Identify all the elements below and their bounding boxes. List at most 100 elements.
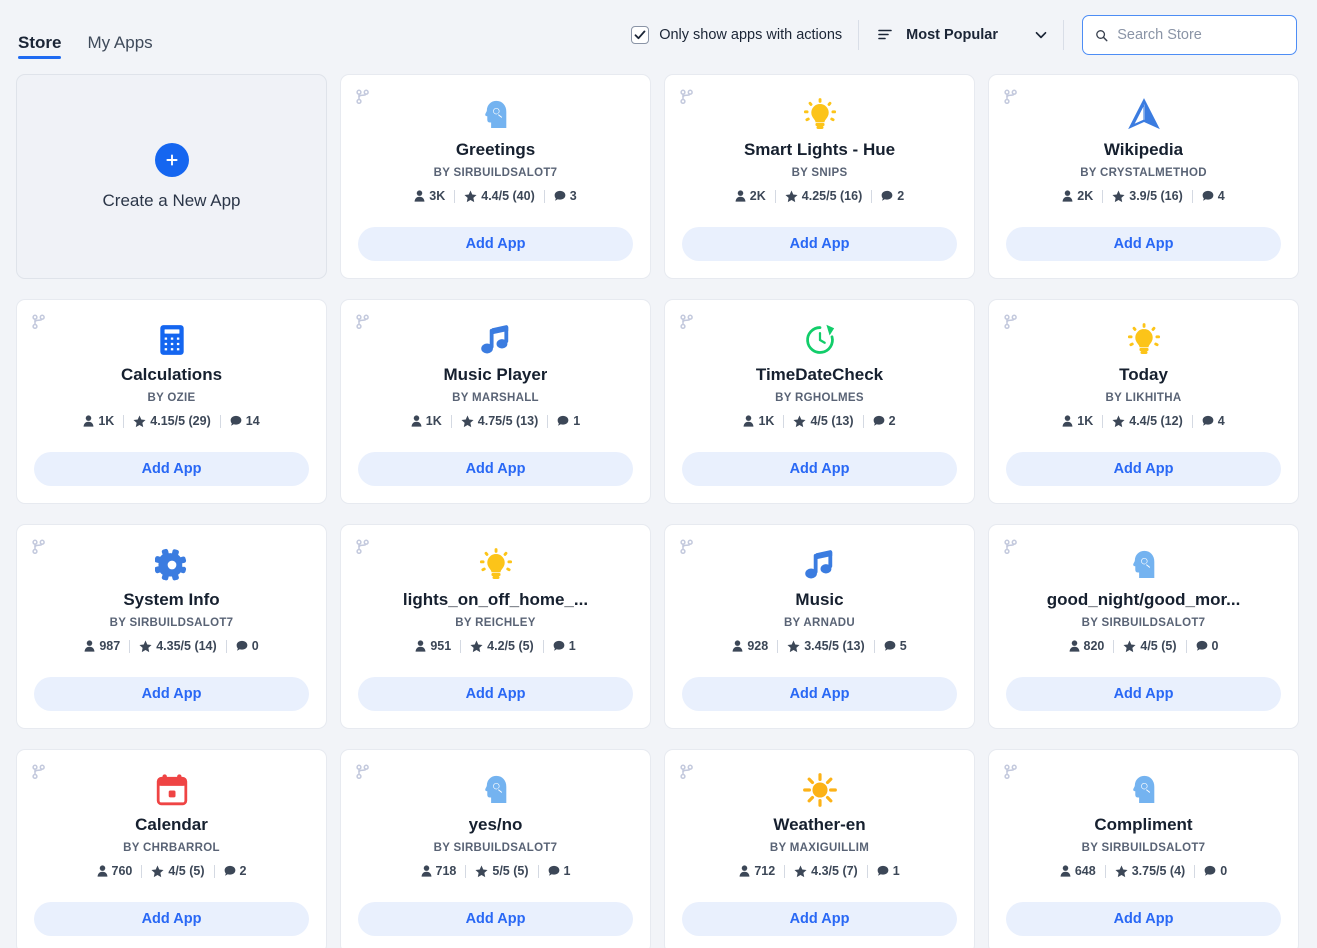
app-icon xyxy=(1127,546,1161,584)
user-count: 648 xyxy=(1060,864,1105,878)
app-title: Weather-en xyxy=(773,815,866,834)
fork-icon xyxy=(1004,539,1017,555)
app-card[interactable]: Smart Lights - Hue BY SNIPS 2K 4.25/5 (16) 2… xyxy=(664,74,975,279)
add-app-button[interactable]: Add App xyxy=(1006,677,1281,711)
app-card[interactable]: Music BY ARNADU 928 3.45/5 (13) 5 Add App xyxy=(664,524,975,729)
app-title: good_night/good_mor... xyxy=(1046,590,1241,609)
fork-icon xyxy=(356,764,369,780)
app-card[interactable]: lights_on_off_home_... BY REICHLEY 951 4.2/… xyxy=(340,524,651,729)
user-count-value: 928 xyxy=(747,639,769,653)
sort-dropdown[interactable]: Most Popular xyxy=(859,27,1063,43)
checkbox-box[interactable] xyxy=(631,26,650,44)
app-card[interactable]: Today BY LIKHITHA 1K 4.4/5 (12) 4 Add App xyxy=(988,299,1299,504)
app-stats: 648 3.75/5 (4) 0 xyxy=(1060,864,1227,878)
app-card[interactable]: TimeDateCheck BY RGHOLMES 1K 4/5 (13) 2 Add A… xyxy=(664,299,975,504)
app-stats: 2K 3.9/5 (16) 4 xyxy=(1062,189,1225,203)
tab-my-apps[interactable]: My Apps xyxy=(87,34,152,57)
add-app-button[interactable]: Add App xyxy=(34,452,309,486)
create-new-app-card[interactable]: Create a New App xyxy=(16,74,327,279)
calculator-icon xyxy=(155,323,189,357)
user-count-value: 951 xyxy=(430,639,452,653)
rating-value: 4.2/5 (5) xyxy=(487,639,534,653)
chevron-down-icon[interactable] xyxy=(1033,27,1049,43)
app-card[interactable]: Calendar BY CHRBARROL 760 4/5 (5) 2 Add App xyxy=(16,749,327,948)
add-app-button[interactable]: Add App xyxy=(1006,902,1281,936)
fork-icon-wrapper[interactable] xyxy=(677,87,697,112)
add-app-button[interactable]: Add App xyxy=(358,902,633,936)
fork-icon xyxy=(32,314,45,330)
app-card[interactable]: Music Player BY MARSHALL 1K 4.75/5 (13) 1 Add… xyxy=(340,299,651,504)
fork-icon-wrapper[interactable] xyxy=(1001,537,1021,562)
app-card[interactable]: Wikipedia BY CRYSTALMETHOD 2K 3.9/5 (16) 4 Ad… xyxy=(988,74,1299,279)
rating: 5/5 (5) xyxy=(466,864,537,878)
add-app-button[interactable]: Add App xyxy=(682,677,957,711)
user-count: 1K xyxy=(411,414,451,428)
fork-icon-wrapper[interactable] xyxy=(1001,312,1021,337)
user-count: 820 xyxy=(1069,639,1114,653)
fork-icon-wrapper[interactable] xyxy=(677,762,697,787)
comment-count-value: 0 xyxy=(251,639,259,653)
add-app-button[interactable]: Add App xyxy=(1006,452,1281,486)
search-input[interactable] xyxy=(1117,27,1284,43)
star-icon xyxy=(133,415,146,427)
comment-count: 5 xyxy=(875,639,907,653)
comment-count-value: 2 xyxy=(897,189,905,203)
rating: 3.45/5 (13) xyxy=(778,639,873,653)
tab-store[interactable]: Store xyxy=(18,34,62,59)
sort-value: Most Popular xyxy=(906,27,998,43)
fork-icon-wrapper[interactable] xyxy=(677,537,697,562)
rating-value: 4.4/5 (12) xyxy=(1129,414,1183,428)
star-icon xyxy=(794,865,807,877)
add-app-button[interactable]: Add App xyxy=(34,902,309,936)
app-card[interactable]: Calculations BY OZIE 1K 4.15/5 (29) 14 Add Ap… xyxy=(16,299,327,504)
comment-icon xyxy=(884,640,896,651)
add-app-button[interactable]: Add App xyxy=(1006,227,1281,261)
app-title: Calendar xyxy=(135,815,208,834)
fork-icon-wrapper[interactable] xyxy=(1001,87,1021,112)
fork-icon-wrapper[interactable] xyxy=(677,312,697,337)
rating-value: 4/5 (5) xyxy=(168,864,205,878)
only-show-apps-with-actions-checkbox[interactable]: Only show apps with actions xyxy=(631,26,858,44)
user-icon xyxy=(732,640,743,652)
app-icon xyxy=(155,771,189,809)
add-app-button[interactable]: Add App xyxy=(682,227,957,261)
comment-count: 1 xyxy=(548,414,580,428)
user-count: 951 xyxy=(415,639,460,653)
search-store-box[interactable] xyxy=(1082,15,1297,55)
app-grid: Create a New App Greetings BY SIRBUILDSAL… xyxy=(0,70,1317,948)
comment-count-value: 4 xyxy=(1217,189,1225,203)
user-icon xyxy=(1062,190,1073,202)
rating-value: 4.15/5 (29) xyxy=(150,414,211,428)
add-app-button[interactable]: Add App xyxy=(34,677,309,711)
rating: 4/5 (5) xyxy=(1114,639,1185,653)
app-card[interactable]: good_night/good_mor... BY SIRBUILDSALOT7 8… xyxy=(988,524,1299,729)
fork-icon-wrapper[interactable] xyxy=(29,537,49,562)
add-app-button[interactable]: Add App xyxy=(682,902,957,936)
add-app-button[interactable]: Add App xyxy=(358,677,633,711)
rating-value: 5/5 (5) xyxy=(492,864,529,878)
app-card[interactable]: yes/no BY SIRBUILDSALOT7 718 5/5 (5) 1 Add Ap… xyxy=(340,749,651,948)
fork-icon-wrapper[interactable] xyxy=(353,537,373,562)
app-card[interactable]: Greetings BY SIRBUILDSALOT7 3K 4.4/5 (40) 3 A… xyxy=(340,74,651,279)
fork-icon-wrapper[interactable] xyxy=(1001,762,1021,787)
add-app-button[interactable]: Add App xyxy=(358,452,633,486)
rating: 4.75/5 (13) xyxy=(452,414,547,428)
add-app-button[interactable]: Add App xyxy=(358,227,633,261)
fork-icon-wrapper[interactable] xyxy=(29,762,49,787)
user-icon xyxy=(1069,640,1079,652)
main-tabs: Store My Apps xyxy=(18,13,153,59)
fork-icon-wrapper[interactable] xyxy=(29,312,49,337)
head-assistant-icon xyxy=(1127,773,1161,807)
user-count-value: 1K xyxy=(425,414,442,428)
app-card[interactable]: Compliment BY SIRBUILDSALOT7 648 3.75/5 (4)… xyxy=(988,749,1299,948)
app-card[interactable]: Weather-en BY MAXIGUILLIM 712 4.3/5 (7) 1 Add… xyxy=(664,749,975,948)
fork-icon-wrapper[interactable] xyxy=(353,312,373,337)
fork-icon-wrapper[interactable] xyxy=(353,762,373,787)
add-app-button[interactable]: Add App xyxy=(682,452,957,486)
app-title: System Info xyxy=(123,590,220,609)
star-icon xyxy=(470,640,483,652)
app-card[interactable]: System Info BY SIRBUILDSALOT7 987 4.35/5 (1… xyxy=(16,524,327,729)
fork-icon-wrapper[interactable] xyxy=(353,87,373,112)
comment-count-value: 3 xyxy=(569,189,577,203)
rating: 3.9/5 (16) xyxy=(1103,189,1192,203)
